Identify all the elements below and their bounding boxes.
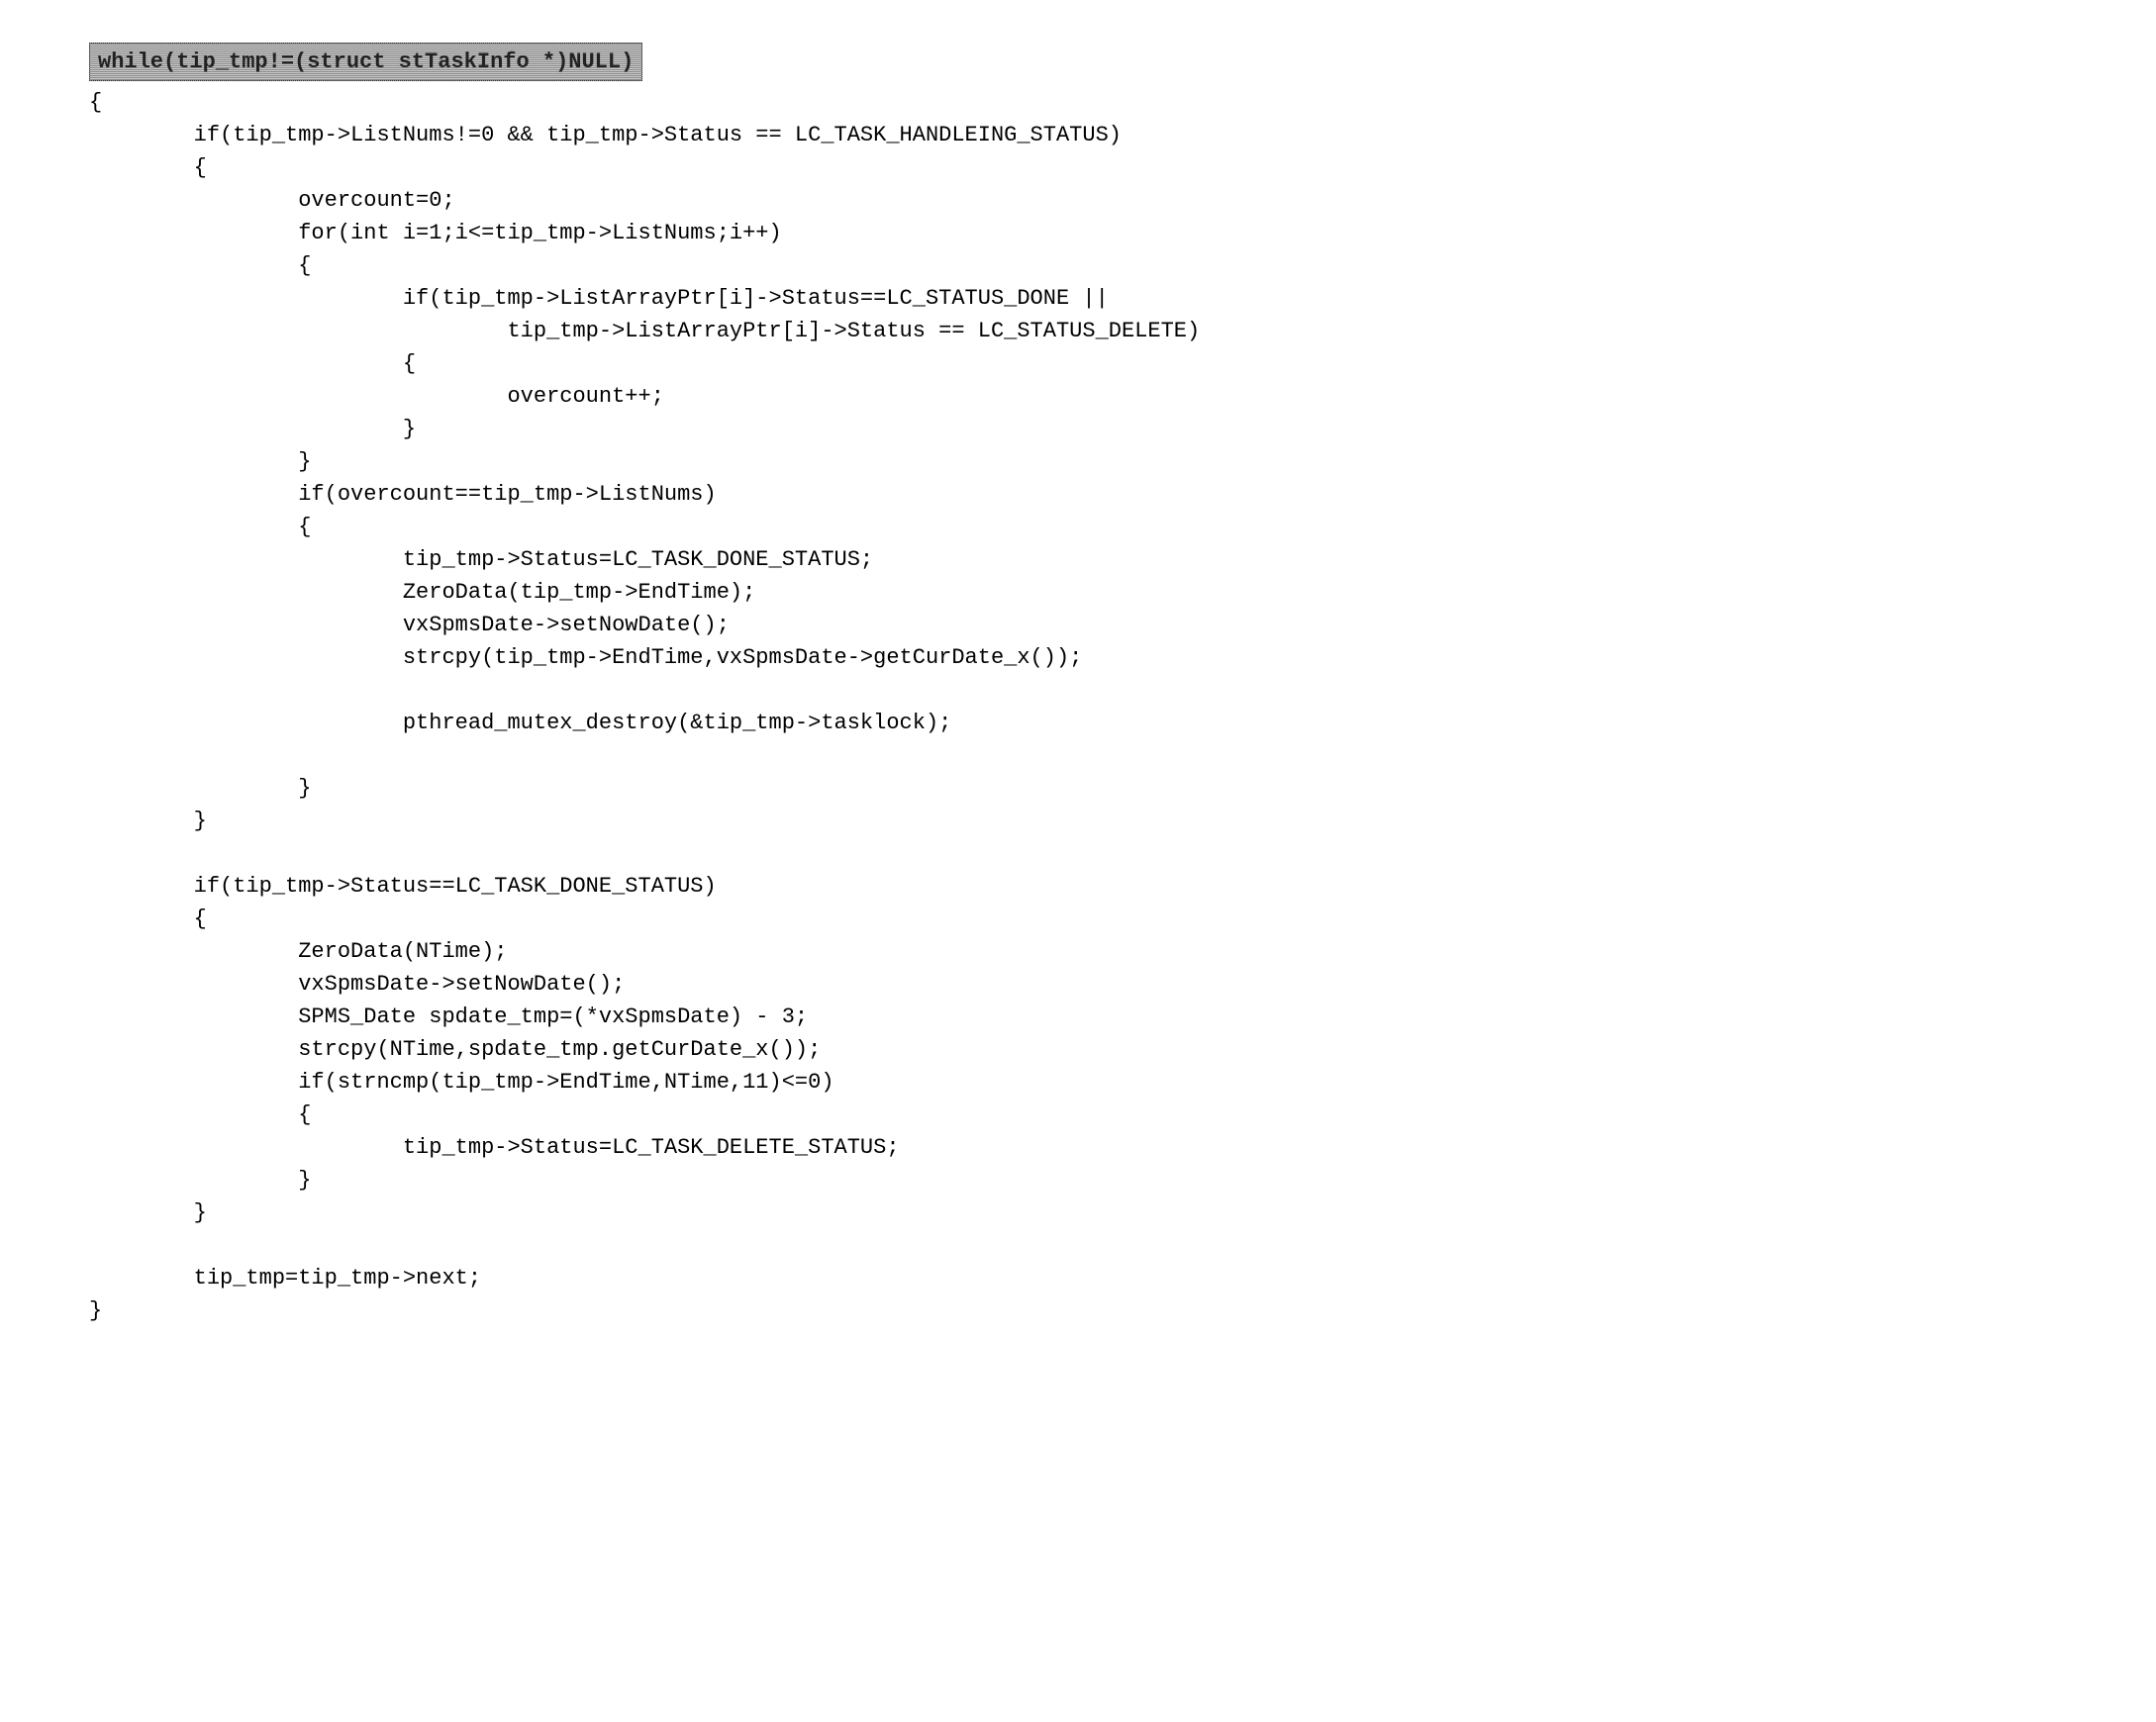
code-line: strcpy(NTime,spdate_tmp.getCurDate_x());: [89, 1033, 2116, 1066]
highlighted-code-line: while(tip_tmp!=(struct stTaskInfo *)NULL…: [89, 43, 642, 81]
code-line: pthread_mutex_destroy(&tip_tmp->tasklock…: [89, 707, 2116, 739]
code-line: }: [89, 1196, 2116, 1229]
code-body: { if(tip_tmp->ListNums!=0 && tip_tmp->St…: [40, 81, 2116, 1327]
code-line: if(overcount==tip_tmp->ListNums): [89, 478, 2116, 511]
code-line: tip_tmp->Status=LC_TASK_DONE_STATUS;: [89, 543, 2116, 576]
code-line: {: [89, 86, 2116, 119]
code-line: ZeroData(NTime);: [89, 935, 2116, 968]
code-line: }: [89, 1294, 2116, 1327]
code-line: [89, 739, 2116, 772]
code-line: strcpy(tip_tmp->EndTime,vxSpmsDate->getC…: [89, 641, 2116, 674]
code-line: if(tip_tmp->ListArrayPtr[i]->Status==LC_…: [89, 282, 2116, 315]
code-line: {: [89, 1099, 2116, 1131]
code-line: {: [89, 249, 2116, 282]
code-line: SPMS_Date spdate_tmp=(*vxSpmsDate) - 3;: [89, 1001, 2116, 1033]
code-line: tip_tmp=tip_tmp->next;: [89, 1262, 2116, 1294]
code-line: [89, 1229, 2116, 1262]
code-line: if(strncmp(tip_tmp->EndTime,NTime,11)<=0…: [89, 1066, 2116, 1099]
code-line: if(tip_tmp->Status==LC_TASK_DONE_STATUS): [89, 870, 2116, 903]
code-line: }: [89, 1164, 2116, 1196]
code-line: ZeroData(tip_tmp->EndTime);: [89, 576, 2116, 609]
code-line: }: [89, 413, 2116, 445]
code-line: [89, 837, 2116, 870]
code-line: if(tip_tmp->ListNums!=0 && tip_tmp->Stat…: [89, 119, 2116, 151]
code-container: while(tip_tmp!=(struct stTaskInfo *)NULL…: [0, 0, 2156, 1370]
code-line: tip_tmp->ListArrayPtr[i]->Status == LC_S…: [89, 315, 2116, 347]
code-line: {: [89, 347, 2116, 380]
code-line: {: [89, 151, 2116, 184]
code-line: vxSpmsDate->setNowDate();: [89, 968, 2116, 1001]
code-line: overcount=0;: [89, 184, 2116, 217]
code-line: for(int i=1;i<=tip_tmp->ListNums;i++): [89, 217, 2116, 249]
code-line: }: [89, 805, 2116, 837]
code-line: {: [89, 903, 2116, 935]
code-line: }: [89, 772, 2116, 805]
code-line: vxSpmsDate->setNowDate();: [89, 609, 2116, 641]
code-line: }: [89, 445, 2116, 478]
code-line: overcount++;: [89, 380, 2116, 413]
code-line: tip_tmp->Status=LC_TASK_DELETE_STATUS;: [89, 1131, 2116, 1164]
code-line: {: [89, 511, 2116, 543]
code-line: [89, 674, 2116, 707]
